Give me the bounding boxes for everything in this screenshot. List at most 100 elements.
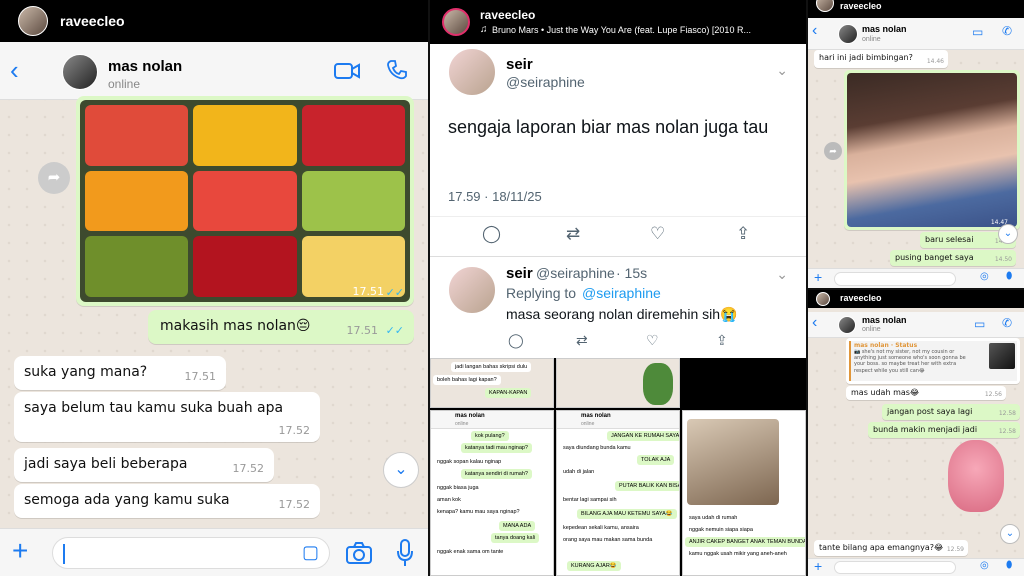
retweet-icon[interactable]: ⇄ — [566, 224, 580, 244]
mini-message: udah di jalan — [559, 467, 599, 477]
message-in[interactable]: mas udah mas😂 12.56 — [846, 386, 1006, 400]
fruit-photo-bubble[interactable]: 17.51 ✓✓ — [76, 96, 414, 306]
camera-icon[interactable]: ◎ — [980, 560, 989, 571]
story-top-bar: raveecleo ♫ Bruno Mars • Just the Way Yo… — [430, 0, 806, 44]
back-arrow-icon[interactable]: ‹ — [10, 55, 19, 86]
reply-to-handle[interactable]: @seiraphine — [582, 285, 661, 301]
tweet-main[interactable]: seir @seiraphine ⌄ sengaja laporan biar … — [430, 44, 806, 254]
message-text: saya belum tau kamu suka buah apa — [24, 400, 284, 416]
chevron-down-icon[interactable]: ⌄ — [776, 62, 788, 79]
tweet-avatar[interactable] — [448, 266, 496, 314]
mini-message: katanya sendiri di rumah? — [461, 469, 532, 479]
mini-message: BILANG AJA MAU KETEMU SAYA😂 — [577, 509, 677, 519]
message-in[interactable]: semoga ada yang kamu suka 17.52 — [14, 484, 320, 518]
camera-icon[interactable] — [346, 542, 372, 564]
microphone-icon[interactable]: ⬮ — [1006, 560, 1012, 571]
message-out[interactable]: pusing banget saya 14.50 — [890, 250, 1016, 266]
video-call-icon[interactable]: ▭ — [972, 25, 983, 39]
contact-avatar[interactable] — [62, 54, 98, 90]
mini-message: boleh bahas lagi kapan? — [433, 375, 501, 385]
message-in[interactable]: saya belum tau kamu suka buah apa 17.52 — [14, 392, 320, 442]
forward-icon[interactable]: ➦ — [38, 162, 70, 194]
message-in[interactable]: tante bilang apa emangnya?😂 12.59 — [814, 540, 968, 556]
video-call-icon[interactable]: ▭ — [974, 317, 985, 331]
share-icon[interactable]: ⇪ — [716, 332, 728, 349]
back-arrow-icon[interactable]: ‹ — [812, 22, 817, 40]
video-call-icon[interactable] — [334, 62, 360, 80]
input-bar: + ◎ ⬮ — [808, 558, 1024, 576]
like-icon[interactable]: ♡ — [650, 224, 665, 244]
reply-icon[interactable]: ◯ — [508, 332, 524, 349]
contact-avatar[interactable] — [838, 24, 858, 44]
phone-call-icon[interactable]: ✆ — [1002, 24, 1012, 38]
tweet-reply[interactable]: seir @seiraphine · 15s ⌄ Replying to @se… — [430, 258, 806, 358]
message-out[interactable]: bunda makin menjadi jadi 12.58 — [868, 422, 1020, 438]
avatar[interactable] — [816, 0, 834, 12]
mini-message: kepedean sekali kamu, ansaira — [559, 523, 643, 533]
tweet-timestamp: 17.59 · 18/11/25 — [448, 189, 542, 204]
mini-chat-c: mas nolan online JANGAN KE RUMAH SAYA? s… — [556, 410, 680, 576]
username: raveecleo — [840, 293, 882, 303]
tweet-author-handle[interactable]: @seiraphine — [506, 74, 585, 90]
message-input[interactable] — [834, 561, 956, 574]
contact-avatar[interactable] — [838, 316, 856, 334]
message-time: 17.52 — [278, 424, 311, 437]
status-quote-bubble[interactable]: mas nolan · Status 📷 she's not my sister… — [846, 338, 1020, 384]
sticker-icon[interactable]: ▢ — [302, 542, 319, 563]
man-photo — [687, 419, 779, 505]
mini-message: KAPAN-KAPAN — [485, 388, 532, 398]
forward-icon[interactable]: ➦ — [824, 142, 842, 160]
contact-name[interactable]: mas nolan — [108, 58, 182, 75]
microphone-icon[interactable]: ⬮ — [1006, 271, 1012, 282]
avatar[interactable] — [442, 8, 470, 36]
left-chat-panel: raveecleo ‹ mas nolan online 17.51 ✓✓ ➦ … — [0, 0, 428, 576]
chevron-down-icon[interactable]: ⌄ — [776, 266, 788, 283]
message-text: suka yang mana? — [24, 364, 148, 380]
reply-icon[interactable]: ◯ — [482, 224, 501, 244]
tweet-avatar[interactable] — [448, 48, 496, 96]
mini-message: MANA ADA — [499, 521, 536, 531]
avatar[interactable] — [18, 6, 48, 36]
input-bar: + ▢ — [0, 528, 428, 576]
phone-call-icon[interactable]: ✆ — [1002, 316, 1012, 330]
contact-name[interactable]: mas nolan — [862, 315, 907, 325]
message-in[interactable]: hari ini jadi bimbingan? 14.46 — [814, 50, 948, 68]
message-out[interactable]: jangan post saya lagi 12.58 — [882, 404, 1020, 420]
message-input[interactable]: ▢ — [52, 537, 330, 569]
share-icon[interactable]: ⇪ — [736, 224, 750, 244]
camera-icon[interactable]: ◎ — [980, 271, 989, 282]
message-out[interactable]: makasih mas nolan😔 17.51 ✓✓ — [148, 310, 414, 344]
contact-status: online — [108, 77, 141, 91]
avatar[interactable] — [816, 292, 830, 306]
chat-header: ‹ mas nolan online ▭ ✆ — [808, 18, 1024, 50]
plus-icon[interactable]: + — [814, 558, 822, 574]
username: raveecleo — [480, 8, 536, 22]
phone-call-icon[interactable] — [386, 59, 408, 81]
beaver-sticker-icon[interactable] — [948, 440, 1004, 512]
story-top-bar: raveecleo — [0, 0, 428, 42]
fruit-photo — [80, 100, 410, 302]
retweet-icon[interactable]: ⇄ — [576, 332, 588, 349]
mini-message: tanya doang kali — [491, 533, 540, 543]
message-time: 17.51 — [346, 324, 379, 337]
scroll-down-icon[interactable]: ⌄ — [383, 452, 419, 488]
mini-chat-a: jadi langan bahas skripsi dulu boleh bah… — [430, 358, 554, 408]
plus-icon[interactable]: + — [814, 269, 822, 285]
message-text: makasih mas nolan😔 — [160, 318, 311, 334]
scroll-down-icon[interactable]: ⌄ — [1000, 524, 1020, 544]
tweet-author-name[interactable]: seir — [506, 265, 533, 282]
scroll-down-icon[interactable]: ⌄ — [998, 224, 1018, 244]
right-top-chat-panel: raveecleo ‹ mas nolan online ▭ ✆ hari in… — [808, 0, 1024, 288]
plus-icon[interactable]: + — [12, 535, 28, 567]
read-ticks-icon: ✓✓ — [385, 286, 404, 299]
microphone-icon[interactable] — [396, 539, 414, 567]
contact-name[interactable]: mas nolan — [862, 24, 907, 34]
tweet-author-name[interactable]: seir — [506, 56, 533, 73]
message-in[interactable]: jadi saya beli beberapa 17.52 — [14, 448, 274, 482]
message-in[interactable]: suka yang mana? 17.51 — [14, 356, 226, 390]
back-arrow-icon[interactable]: ‹ — [812, 314, 817, 332]
message-input[interactable] — [834, 272, 956, 286]
portrait-photo-bubble[interactable]: 14.47 — [844, 70, 1020, 230]
tweet-author-handle[interactable]: @seiraphine — [536, 265, 615, 281]
like-icon[interactable]: ♡ — [646, 332, 659, 349]
